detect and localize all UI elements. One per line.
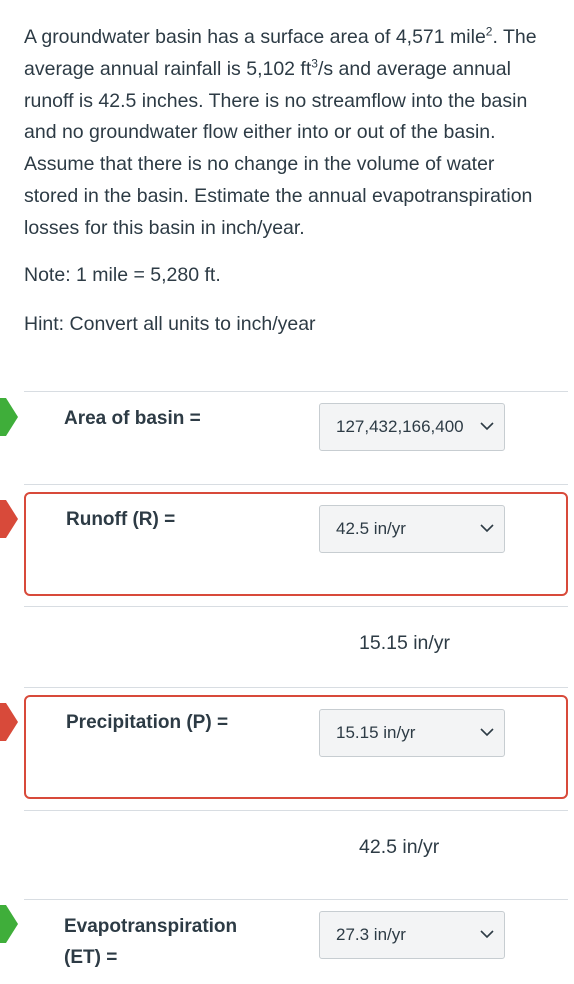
green-arrow-icon <box>0 905 18 943</box>
et-label-line1: Evapotranspiration <box>64 916 238 937</box>
precipitation-select[interactable]: 15.15 in/yr <box>319 709 505 757</box>
divider <box>24 391 568 392</box>
area-select[interactable]: 127,432,166,400 <box>319 403 505 451</box>
question-text-part: A groundwater basin has a surface area o… <box>24 26 486 48</box>
superscript: 3 <box>311 56 318 71</box>
runoff-select[interactable]: 42.5 in/yr <box>319 505 505 553</box>
question-text-part: /s and average annual runoff is 42.5 inc… <box>24 57 533 239</box>
area-label: Area of basin = <box>64 408 201 429</box>
et-selected-value: 27.3 in/yr <box>336 925 406 944</box>
et-label-line2: (ET) = <box>64 947 118 968</box>
divider <box>24 899 568 900</box>
divider <box>24 687 568 688</box>
et-label: Evapotranspiration (ET) = <box>64 911 237 973</box>
red-arrow-icon <box>0 703 18 741</box>
chevron-down-icon <box>480 422 494 431</box>
question-text: A groundwater basin has a surface area o… <box>24 22 554 245</box>
runoff-label: Runoff (R) = <box>66 509 176 530</box>
note-text: Note: 1 mile = 5,280 ft. <box>24 264 221 286</box>
chevron-down-icon <box>480 930 494 939</box>
divider <box>24 606 568 607</box>
precipitation-correct-answer: 42.5 in/yr <box>359 836 440 858</box>
et-select[interactable]: 27.3 in/yr <box>319 911 505 959</box>
chevron-down-icon <box>480 728 494 737</box>
runoff-correct-answer: 15.15 in/yr <box>359 632 451 654</box>
chevron-down-icon <box>480 524 494 533</box>
runoff-selected-value: 42.5 in/yr <box>336 519 406 538</box>
divider <box>24 484 568 485</box>
precipitation-selected-value: 15.15 in/yr <box>336 723 416 742</box>
green-arrow-icon <box>0 398 18 436</box>
precipitation-label: Precipitation (P) = <box>66 712 229 733</box>
area-selected-value: 127,432,166,400 <box>336 417 464 436</box>
hint-text: Hint: Convert all units to inch/year <box>24 313 316 335</box>
divider <box>24 810 568 811</box>
red-arrow-icon <box>0 500 18 538</box>
